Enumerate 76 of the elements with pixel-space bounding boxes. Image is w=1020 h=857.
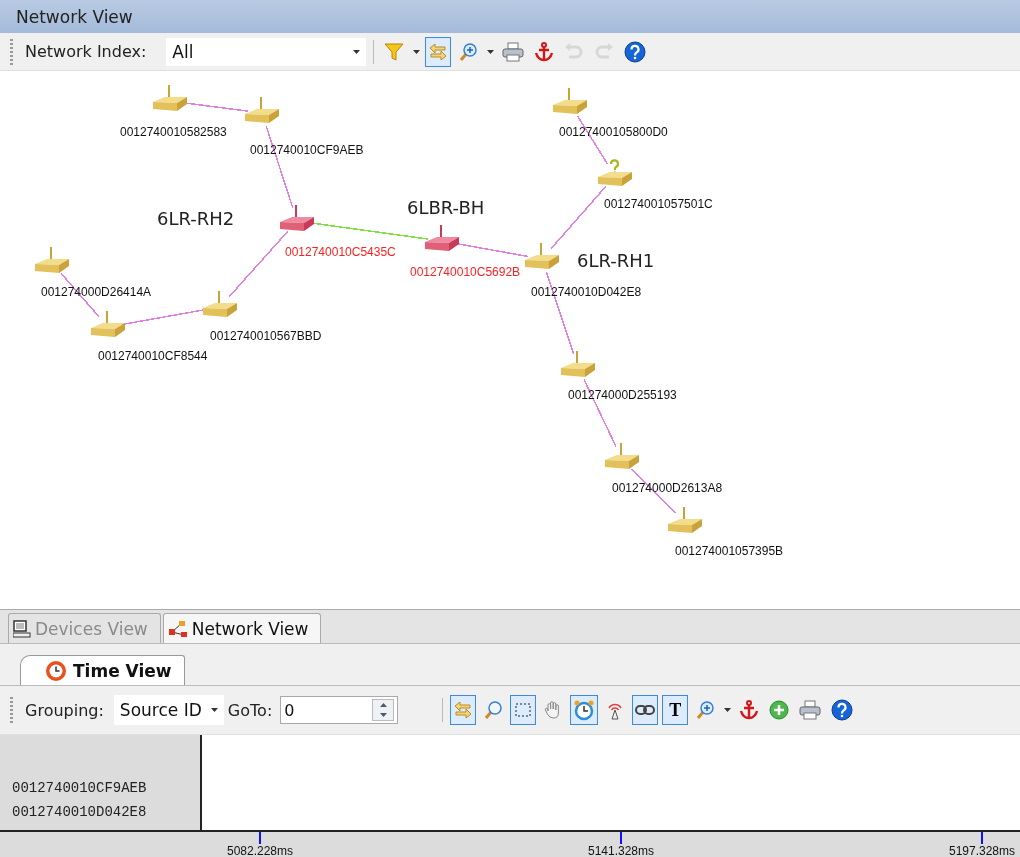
link-button[interactable] — [632, 695, 659, 725]
node-id-label: 0012740010582583 — [120, 125, 227, 139]
swap-arrows-icon — [453, 700, 474, 720]
time-tick-label: 5141.328ms — [587, 844, 654, 857]
node-id-label: 001274000D26414A — [41, 285, 152, 299]
router-icon[interactable] — [201, 289, 239, 319]
time-view-tab[interactable]: Time View — [20, 655, 185, 685]
node-id-label: 0012740010D042E8 — [531, 285, 642, 299]
router-icon[interactable] — [89, 309, 127, 339]
text-tool-button[interactable]: T — [662, 695, 689, 725]
caret-icon — [210, 708, 218, 712]
chain-link-icon — [635, 704, 656, 716]
view-tab[interactable]: Network View — [162, 613, 322, 643]
router-icon[interactable] — [523, 241, 561, 271]
time-tick-label: 5082.228ms — [226, 844, 293, 857]
printer-icon — [502, 41, 525, 62]
panel-title: Network View — [0, 0, 1020, 33]
help-icon — [624, 40, 647, 63]
goto-field[interactable]: 0 — [280, 696, 399, 724]
printer-icon — [799, 700, 822, 720]
zoom-in-icon — [458, 41, 479, 62]
undo-icon — [564, 41, 585, 62]
computer-icon — [13, 619, 31, 638]
alarm-button[interactable] — [570, 695, 599, 725]
anchor-icon — [739, 700, 760, 720]
select-rect-button[interactable] — [510, 695, 537, 725]
node-id-label: 0012740010C5692B — [410, 265, 521, 279]
time-tick-label: 5197.328ms — [948, 844, 1015, 857]
up-arrow-icon[interactable] — [379, 703, 387, 707]
clock-icon — [45, 659, 67, 682]
selection-rect-icon — [513, 700, 534, 720]
filter-icon — [384, 41, 405, 62]
router-icon[interactable] — [243, 95, 281, 125]
node-id-label: 001274000D2613A8 — [612, 481, 723, 495]
source-id-label: 0012740010CF9AEB — [12, 780, 148, 796]
source-id-label: 0012740010D042E8 — [12, 804, 148, 820]
network-index-label: Network Index: — [25, 42, 147, 61]
router-icon[interactable] — [551, 86, 589, 116]
network-index-dropdown[interactable]: All — [166, 37, 367, 66]
swap-arrows-icon — [428, 41, 449, 62]
add-icon — [769, 700, 790, 720]
swap-button[interactable] — [450, 695, 477, 725]
node-name-label: 6LBR-BH — [407, 197, 485, 218]
redo-icon — [594, 41, 615, 62]
node-name-label: 6LR-RH2 — [157, 208, 235, 229]
node-id-label: 0012740010C5435C — [285, 245, 396, 259]
goto-label: GoTo: — [227, 700, 273, 720]
node-name-label: 6LR-RH1 — [577, 250, 655, 271]
node-id-label: 001274000D255193 — [568, 388, 677, 402]
caret-icon — [412, 49, 420, 54]
node-id-label: 0012740010CF9AEB — [250, 143, 364, 157]
zoom-in-icon — [695, 700, 716, 720]
router-icon[interactable] — [278, 203, 316, 233]
unknown-router-icon[interactable] — [596, 158, 634, 188]
node-id-label: 00127400105800D0 — [559, 125, 668, 139]
router-icon[interactable] — [423, 223, 461, 253]
help-icon — [831, 699, 854, 721]
anchor-icon — [534, 41, 555, 62]
node-id-label: 001274001057501C — [604, 197, 713, 211]
router-icon[interactable] — [666, 505, 704, 535]
caret-icon — [486, 49, 494, 54]
caret-icon — [353, 49, 361, 54]
router-icon[interactable] — [559, 349, 597, 379]
grouping-dropdown[interactable]: Source ID — [113, 695, 224, 725]
grouping-label: Grouping: — [25, 700, 104, 720]
router-icon[interactable] — [151, 83, 189, 113]
alarm-clock-icon — [573, 699, 596, 721]
router-icon[interactable] — [33, 245, 71, 275]
node-id-label: 001274001057395B — [675, 544, 784, 558]
network-nodes-icon — [167, 619, 188, 638]
node-id-label: 0012740010CF8544 — [98, 349, 208, 363]
router-icon[interactable] — [603, 441, 641, 471]
caret-icon — [723, 708, 731, 712]
search-icon — [483, 700, 504, 720]
down-arrow-icon[interactable] — [379, 713, 387, 717]
node-id-label: 0012740010567BBD — [210, 329, 322, 343]
